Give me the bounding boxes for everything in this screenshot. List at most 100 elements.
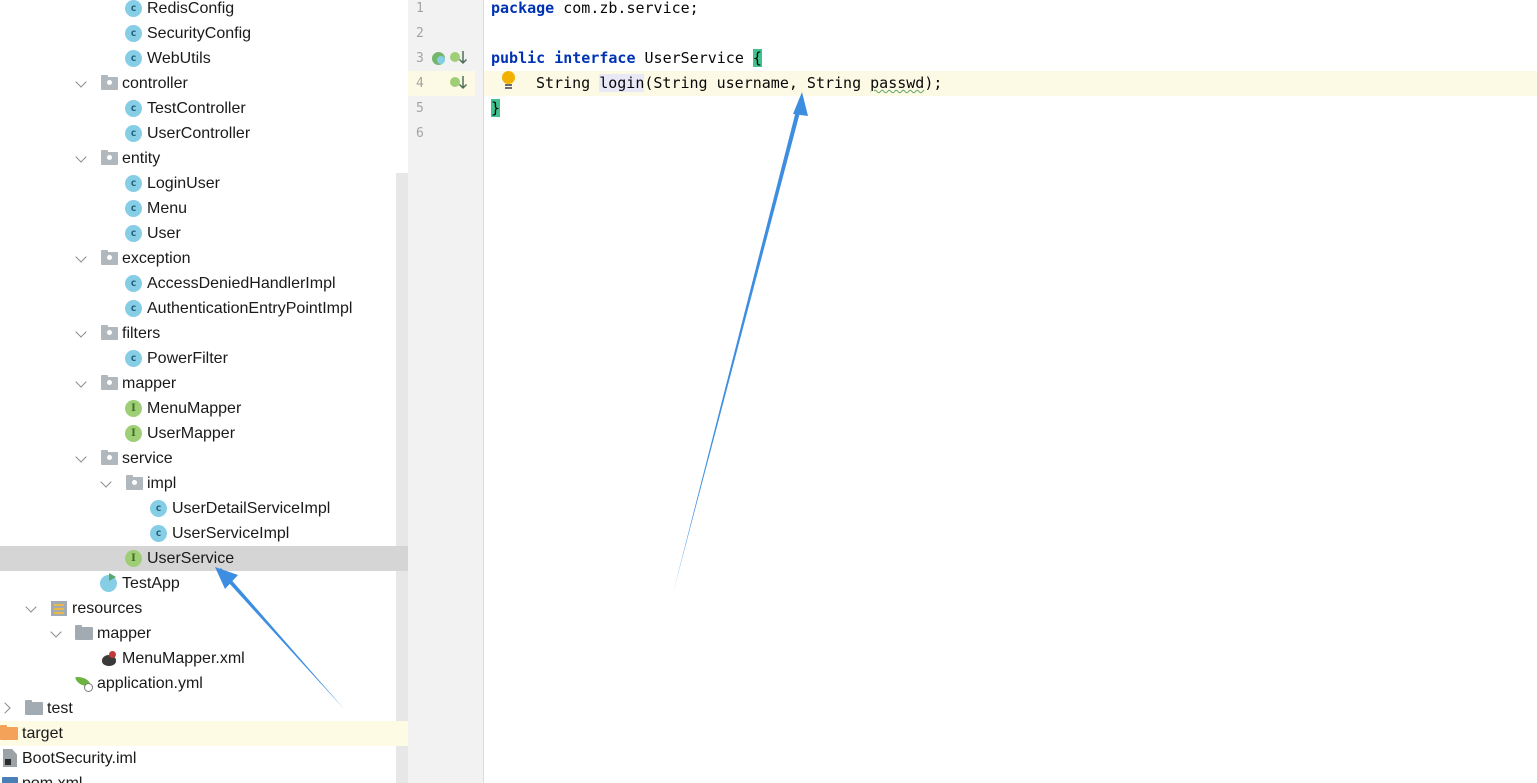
iml-file-icon: [3, 749, 17, 767]
tree-item-mapper-folder[interactable]: mapper: [0, 621, 408, 646]
tree-item-application-yml[interactable]: application.yml: [0, 671, 408, 696]
tree-item-menumapper-xml[interactable]: MenuMapper.xml: [0, 646, 408, 671]
line-number: 5: [416, 101, 424, 116]
implemented-method-icon[interactable]: [450, 77, 460, 87]
code-line-5: }: [491, 96, 501, 121]
line-number: 1: [416, 1, 424, 16]
chevron-right-icon[interactable]: [3, 703, 11, 711]
tree-item-label: AuthenticationEntryPointImpl: [147, 300, 353, 317]
tree-item-redisconfig[interactable]: RedisConfig: [0, 0, 408, 21]
tree-item-label: mapper: [97, 625, 152, 642]
tree-item-menu[interactable]: Menu: [0, 196, 408, 221]
tree-item-testapp[interactable]: TestApp: [0, 571, 408, 596]
tree-item-filters[interactable]: filters: [0, 321, 408, 346]
tree-item-pom-xml[interactable]: pom.xml: [0, 771, 408, 783]
mybatis-xml-icon: [100, 650, 118, 667]
code-line-4: String login(String username, String pas…: [484, 71, 1537, 96]
tree-item-loginuser[interactable]: LoginUser: [0, 171, 408, 196]
class-icon: [125, 0, 142, 17]
chevron-down-icon[interactable]: [77, 78, 85, 86]
class-icon: [125, 25, 142, 42]
tree-item-service[interactable]: service: [0, 446, 408, 471]
tree-item-usermapper[interactable]: UserMapper: [0, 421, 408, 446]
tree-item-label: resources: [72, 600, 143, 617]
tree-item-webutils[interactable]: WebUtils: [0, 46, 408, 71]
chevron-down-icon[interactable]: [77, 253, 85, 261]
project-tree-panel: RedisConfig SecurityConfig WebUtils cont…: [0, 0, 408, 783]
tree-item-user[interactable]: User: [0, 221, 408, 246]
tree-item-label: UserServiceImpl: [172, 525, 290, 542]
tree-item-impl[interactable]: impl: [0, 471, 408, 496]
package-icon: [101, 375, 118, 390]
package-icon: [101, 75, 118, 90]
class-badge-icon: [437, 56, 445, 64]
tree-item-label: test: [47, 700, 73, 717]
package-icon: [101, 450, 118, 465]
tree-item-label: TestController: [147, 100, 246, 117]
tree-item-label: BootSecurity.iml: [22, 750, 137, 767]
line-number: 4: [408, 71, 475, 96]
tree-item-entity[interactable]: entity: [0, 146, 408, 171]
tree-item-powerfilter[interactable]: PowerFilter: [0, 346, 408, 371]
lightbulb-icon[interactable]: [502, 71, 515, 90]
class-icon: [150, 500, 167, 517]
typo-param: passwd: [870, 74, 925, 92]
tree-item-userserviceimpl[interactable]: UserServiceImpl: [0, 521, 408, 546]
chevron-down-icon[interactable]: [102, 478, 110, 486]
code-text: );: [924, 74, 943, 92]
tree-item-label: WebUtils: [147, 50, 211, 67]
class-icon: [125, 275, 142, 292]
class-icon: [150, 525, 167, 542]
interface-icon: [125, 550, 142, 567]
tree-item-exception[interactable]: exception: [0, 246, 408, 271]
excluded-folder-icon: [0, 725, 18, 740]
chevron-down-icon[interactable]: [52, 628, 60, 636]
tree-item-controller[interactable]: controller: [0, 71, 408, 96]
tree-item-menumapper[interactable]: MenuMapper: [0, 396, 408, 421]
tree-item-usercontroller[interactable]: UserController: [0, 121, 408, 146]
keyword: public: [491, 49, 546, 67]
chevron-down-icon[interactable]: [77, 328, 85, 336]
tree-item-testcontroller[interactable]: TestController: [0, 96, 408, 121]
chevron-down-icon[interactable]: [77, 153, 85, 161]
tree-item-label: service: [122, 450, 173, 467]
code-editor[interactable]: package com.zb.service; public interface…: [484, 0, 1537, 783]
tree-item-authenticationentrypointimpl[interactable]: AuthenticationEntryPointImpl: [0, 296, 408, 321]
tree-item-label: MenuMapper: [147, 400, 242, 417]
tree-item-securityconfig[interactable]: SecurityConfig: [0, 21, 408, 46]
implemented-interface-icon[interactable]: [450, 52, 460, 62]
folder-icon: [25, 700, 43, 715]
class-icon: [125, 225, 142, 242]
tree-item-userservice[interactable]: UserService: [0, 546, 408, 571]
chevron-down-icon[interactable]: [77, 378, 85, 386]
code-line-3: public interface UserService {: [491, 46, 762, 71]
tree-item-mapper-package[interactable]: mapper: [0, 371, 408, 396]
tree-item-target[interactable]: target: [0, 721, 408, 746]
package-icon: [101, 150, 118, 165]
tree-item-label: target: [22, 725, 63, 742]
tree-item-label: SecurityConfig: [147, 25, 252, 42]
chevron-down-icon[interactable]: [77, 453, 85, 461]
tree-item-label: PowerFilter: [147, 350, 228, 367]
tree-item-label: mapper: [122, 375, 177, 392]
tree-item-resources[interactable]: resources: [0, 596, 408, 621]
tree-item-accessdeniedhandlerimpl[interactable]: AccessDeniedHandlerImpl: [0, 271, 408, 296]
tree-item-test[interactable]: test: [0, 696, 408, 721]
chevron-down-icon[interactable]: [27, 603, 35, 611]
tree-item-label: UserController: [147, 125, 251, 142]
package-icon: [101, 250, 118, 265]
code-text: com.zb.service;: [554, 0, 699, 17]
tree-item-userdetailserviceimpl[interactable]: UserDetailServiceImpl: [0, 496, 408, 521]
tree-item-label: RedisConfig: [147, 0, 235, 17]
line-number: 2: [416, 26, 424, 41]
app-class-icon: [100, 573, 117, 592]
tree-item-label: application.yml: [97, 675, 203, 692]
package-icon: [126, 475, 143, 490]
tree-item-label: MenuMapper.xml: [122, 650, 245, 667]
tree-item-label: UserService: [147, 550, 235, 567]
tree-item-bootsecurity-iml[interactable]: BootSecurity.iml: [0, 746, 408, 771]
editor-gutter: 1 2 3 4 5 6: [408, 0, 484, 783]
tree-item-label: exception: [122, 250, 191, 267]
tree-item-label: impl: [147, 475, 177, 492]
keyword: interface: [554, 49, 636, 67]
